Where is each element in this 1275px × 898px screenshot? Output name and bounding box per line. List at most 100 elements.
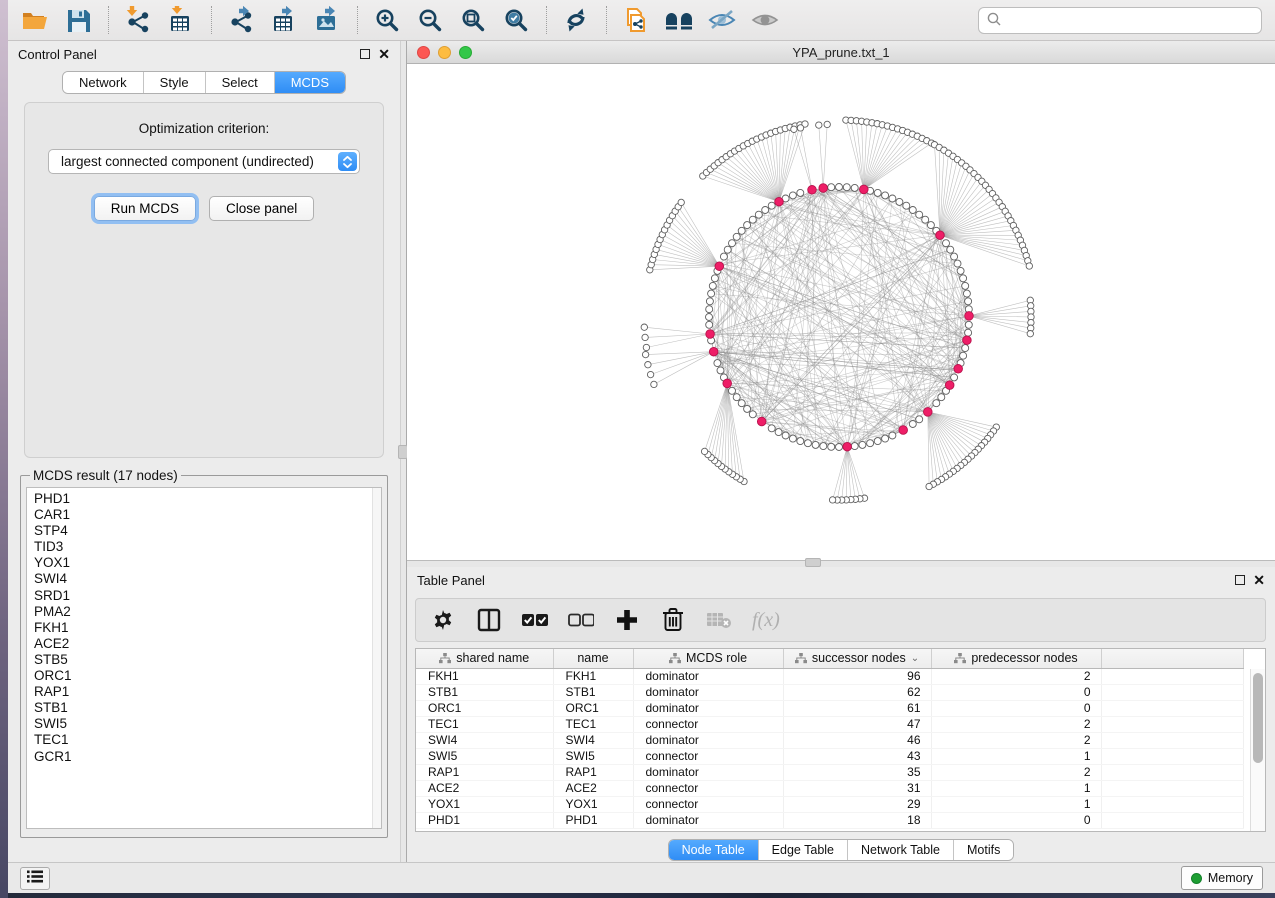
open-file-icon: [20, 5, 50, 35]
tab-motifs[interactable]: Motifs: [954, 840, 1013, 860]
close-panel-icon[interactable]: ✕: [378, 49, 390, 59]
table-row[interactable]: PHD1PHD1dominator180: [416, 812, 1244, 828]
window-minimize-icon[interactable]: [438, 46, 451, 59]
unselect-all-columns-button[interactable]: [568, 607, 594, 633]
new-network-from-selection-button[interactable]: [619, 4, 653, 36]
horizontal-splitter-handle[interactable]: [805, 558, 821, 567]
table-row[interactable]: TEC1TEC1connector472: [416, 716, 1244, 732]
table-row[interactable]: RAP1RAP1dominator352: [416, 764, 1244, 780]
mcds-result-item[interactable]: SRD1: [34, 588, 381, 604]
mcds-result-item[interactable]: PMA2: [34, 604, 381, 620]
zoom-in-icon: [374, 7, 400, 33]
table-row[interactable]: FKH1FKH1dominator962: [416, 668, 1244, 684]
search-box[interactable]: [978, 7, 1262, 34]
save-session-button[interactable]: [61, 4, 95, 36]
mcds-result-item[interactable]: CAR1: [34, 507, 381, 523]
network-title: YPA_prune.txt_1: [792, 45, 889, 60]
table-row[interactable]: YOX1YOX1connector291: [416, 796, 1244, 812]
network-canvas[interactable]: [407, 64, 1275, 560]
float-table-panel-icon[interactable]: [1235, 575, 1245, 585]
tab-node-table[interactable]: Node Table: [669, 840, 759, 860]
hierarchy-icon: [954, 653, 966, 664]
hide-selected-button[interactable]: [705, 4, 739, 36]
mcds-result-item[interactable]: TID3: [34, 539, 381, 555]
table-tabs: Node TableEdge TableNetwork TableMotifs: [668, 839, 1015, 861]
mcds-result-item[interactable]: FKH1: [34, 620, 381, 636]
mcds-result-item[interactable]: ORC1: [34, 668, 381, 684]
mcds-result-item[interactable]: TEC1: [34, 732, 381, 748]
memory-status-icon: [1191, 873, 1202, 884]
select-all-columns-button[interactable]: [522, 607, 548, 633]
vertical-splitter[interactable]: [400, 41, 407, 862]
mcds-result-item[interactable]: STB5: [34, 652, 381, 668]
table-options-button[interactable]: [430, 607, 456, 633]
tab-style[interactable]: Style: [144, 72, 206, 93]
close-panel-button[interactable]: Close panel: [209, 196, 314, 221]
search-icon: [987, 12, 1001, 29]
first-neighbors-button[interactable]: [662, 4, 696, 36]
zoom-selected-button[interactable]: [499, 4, 533, 36]
mcds-result-item[interactable]: STB1: [34, 700, 381, 716]
delete-columns-button[interactable]: [660, 607, 686, 633]
show-columns-button[interactable]: [476, 607, 502, 633]
zoom-out-button[interactable]: [413, 4, 447, 36]
zoom-fit-icon: [460, 7, 486, 33]
float-panel-icon[interactable]: [360, 49, 370, 59]
table-scrollbar-thumb[interactable]: [1253, 673, 1263, 763]
column-header[interactable]: name: [553, 649, 633, 668]
import-network-button[interactable]: [121, 4, 155, 36]
open-file-button[interactable]: [18, 4, 52, 36]
memory-button[interactable]: Memory: [1181, 866, 1263, 890]
table-row[interactable]: STB1STB1dominator620: [416, 684, 1244, 700]
mcds-result-item[interactable]: GCR1: [34, 749, 381, 765]
table-row[interactable]: ACE2ACE2connector311: [416, 780, 1244, 796]
zoom-out-icon: [417, 7, 443, 33]
zoom-fit-button[interactable]: [456, 4, 490, 36]
criterion-select[interactable]: largest connected component (undirected): [48, 149, 360, 174]
control-panel-tabs: NetworkStyleSelectMCDS: [62, 71, 346, 94]
import-table-button[interactable]: [164, 4, 198, 36]
column-header[interactable]: shared name: [416, 649, 553, 668]
table-row[interactable]: SWI4SWI4dominator462: [416, 732, 1244, 748]
mcds-result-item[interactable]: RAP1: [34, 684, 381, 700]
window-maximize-icon[interactable]: [459, 46, 472, 59]
tab-network[interactable]: Network: [63, 72, 144, 93]
close-table-panel-icon[interactable]: ✕: [1253, 575, 1265, 585]
function-builder-icon: f(x): [752, 609, 780, 632]
mcds-result-item[interactable]: SWI5: [34, 716, 381, 732]
mcds-result-item[interactable]: ACE2: [34, 636, 381, 652]
show-columns-icon: [476, 607, 502, 633]
network-view-window: YPA_prune.txt_1: [407, 41, 1275, 560]
column-header[interactable]: MCDS role: [633, 649, 783, 668]
mcds-result-item[interactable]: STP4: [34, 523, 381, 539]
zoom-in-button[interactable]: [370, 4, 404, 36]
column-header-filler: [1101, 649, 1244, 668]
create-column-button[interactable]: [614, 607, 640, 633]
tab-edge-table[interactable]: Edge Table: [759, 840, 848, 860]
tab-select[interactable]: Select: [206, 72, 275, 93]
run-mcds-button[interactable]: Run MCDS: [94, 196, 196, 221]
table-row[interactable]: SWI5SWI5connector431: [416, 748, 1244, 764]
tab-mcds[interactable]: MCDS: [275, 72, 345, 93]
optimization-criterion-label: Optimization criterion:: [25, 121, 383, 136]
mcds-result-item[interactable]: PHD1: [34, 491, 381, 507]
column-header[interactable]: predecessor nodes: [931, 649, 1101, 668]
mcds-list-scrollbar[interactable]: [372, 488, 381, 828]
show-panels-button[interactable]: [20, 867, 50, 890]
first-neighbors-icon: [664, 7, 694, 33]
column-header[interactable]: successor nodes⌄: [783, 649, 931, 668]
export-network-icon: [227, 6, 255, 34]
export-image-button[interactable]: [310, 4, 344, 36]
show-all-button[interactable]: [748, 4, 782, 36]
mcds-result-item[interactable]: SWI4: [34, 571, 381, 587]
window-close-icon[interactable]: [417, 46, 430, 59]
table-row[interactable]: ORC1ORC1dominator610: [416, 700, 1244, 716]
mcds-result-item[interactable]: YOX1: [34, 555, 381, 571]
table-scrollbar[interactable]: [1250, 669, 1265, 831]
export-table-button[interactable]: [267, 4, 301, 36]
tab-network-table[interactable]: Network Table: [848, 840, 954, 860]
search-input[interactable]: [1007, 8, 1261, 33]
apply-preferred-layout-button[interactable]: [559, 4, 593, 36]
export-network-button[interactable]: [224, 4, 258, 36]
horizontal-splitter[interactable]: [407, 560, 1275, 567]
